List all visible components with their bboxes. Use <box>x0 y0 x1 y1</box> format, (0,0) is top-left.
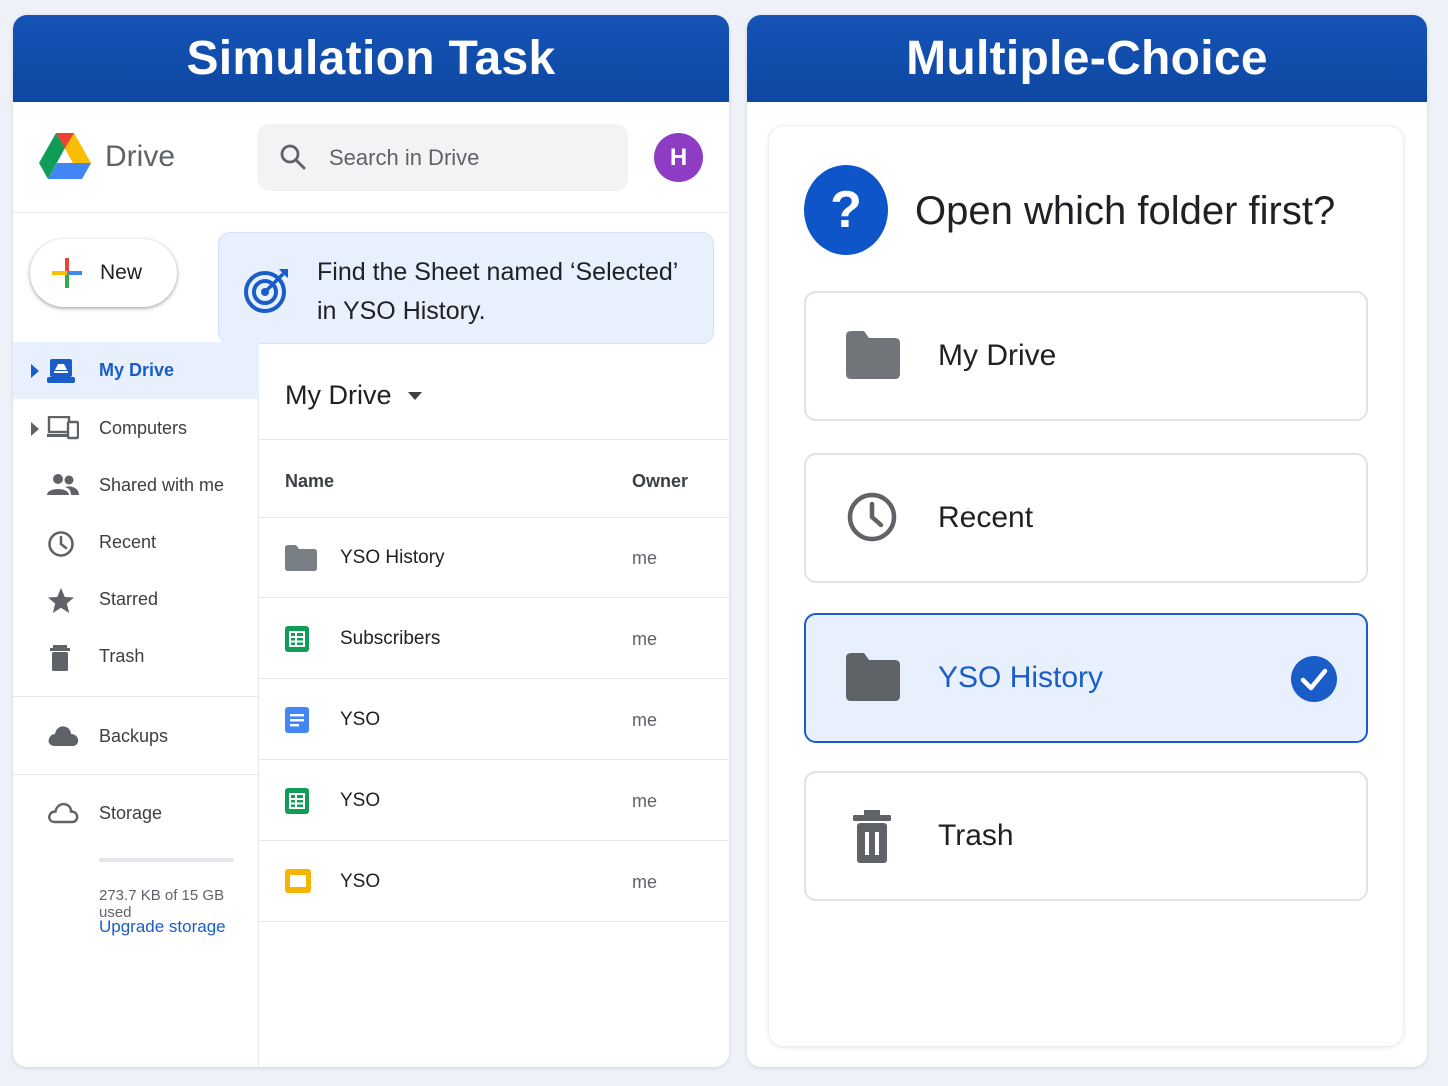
drive-logo-icon <box>39 133 91 179</box>
question-icon: ? <box>804 165 888 255</box>
option-label: Recent <box>938 501 1034 534</box>
new-button[interactable]: New <box>30 239 177 307</box>
option-label: My Drive <box>938 339 1057 372</box>
sidebar-item-label: Backups <box>99 726 169 746</box>
file-row-yso-doc[interactable]: YSO me <box>259 680 729 760</box>
column-header-owner[interactable]: Owner <box>632 471 688 492</box>
question-text: Open which folder first? <box>915 189 1336 233</box>
sheets-icon <box>285 626 309 652</box>
simulation-task-banner: Simulation Task <box>13 15 729 102</box>
people-icon <box>47 474 79 495</box>
sidebar-divider <box>13 696 259 697</box>
expand-caret-icon <box>31 421 39 436</box>
folder-icon <box>846 331 900 379</box>
file-name: YSO <box>340 871 381 892</box>
folder-icon <box>846 653 900 701</box>
clock-icon <box>48 531 74 557</box>
column-header-name[interactable]: Name <box>285 471 334 492</box>
option-label: YSO History <box>938 661 1104 694</box>
search-input[interactable] <box>329 138 609 178</box>
sidebar-item-starred[interactable]: Starred <box>13 571 259 628</box>
file-list-area: My Drive Name Owner YSO History me Subsc… <box>259 342 729 1067</box>
breadcrumb[interactable]: My Drive <box>285 380 422 411</box>
sidebar-item-trash[interactable]: Trash <box>13 628 259 685</box>
sidebar-item-storage[interactable]: Storage <box>13 785 259 842</box>
star-icon <box>48 588 74 613</box>
upgrade-storage-link[interactable]: Upgrade storage <box>99 917 226 937</box>
multiple-choice-banner: Multiple-Choice <box>747 15 1427 102</box>
storage-usage-bar <box>99 858 234 862</box>
slides-icon <box>285 869 311 893</box>
breadcrumb-label: My Drive <box>285 380 392 410</box>
new-button-label: New <box>100 261 143 284</box>
sidebar-item-label: My Drive <box>99 360 175 380</box>
clock-icon <box>847 492 897 542</box>
cloud-outline-icon <box>48 802 79 824</box>
trash-icon <box>853 810 891 863</box>
sidebar-item-label: Storage <box>99 803 163 823</box>
sidebar-item-my-drive[interactable]: My Drive <box>13 342 259 399</box>
sidebar: My Drive Computers Shared with me Recent… <box>13 342 259 1067</box>
sidebar-item-recent[interactable]: Recent <box>13 514 259 571</box>
option-my-drive[interactable]: My Drive <box>804 291 1368 421</box>
search-icon <box>280 144 306 170</box>
expand-caret-icon <box>31 363 39 378</box>
sidebar-item-label: Shared with me <box>99 475 225 495</box>
question-card: ? Open which folder first? My Drive Rece… <box>768 125 1404 1047</box>
file-owner: me <box>632 872 658 892</box>
option-label: Trash <box>938 819 1014 852</box>
drive-header: Drive H <box>13 102 729 213</box>
sidebar-item-label: Trash <box>99 646 145 666</box>
avatar[interactable]: H <box>654 133 703 182</box>
file-name: YSO History <box>340 547 445 568</box>
file-row-subscribers[interactable]: Subscribers me <box>259 599 729 679</box>
sidebar-item-label: Computers <box>99 418 188 438</box>
chevron-down-icon <box>407 391 422 400</box>
checkmark-icon <box>1291 656 1337 702</box>
sidebar-item-computers[interactable]: Computers <box>13 400 259 457</box>
drive-app-name: Drive <box>105 140 176 173</box>
sidebar-item-label: Starred <box>99 589 159 609</box>
storage-usage-text: 273.7 KB of 15 GB used <box>99 887 225 921</box>
sidebar-item-shared-with-me[interactable]: Shared with me <box>13 457 259 514</box>
file-name: YSO <box>340 709 381 730</box>
option-yso-history[interactable]: YSO History <box>804 613 1368 743</box>
option-recent[interactable]: Recent <box>804 453 1368 583</box>
sidebar-divider <box>13 774 259 775</box>
file-owner: me <box>632 791 658 811</box>
simulation-task-panel: Simulation Task Drive H New <box>13 15 729 1067</box>
file-row-yso-slides[interactable]: YSO me <box>259 842 729 922</box>
file-row-yso-history[interactable]: YSO History me <box>259 518 729 598</box>
folder-icon <box>285 545 317 571</box>
trash-icon <box>50 645 70 671</box>
file-owner: me <box>632 629 658 649</box>
file-name: YSO <box>340 790 381 811</box>
task-instruction: Find the Sheet named ‘Selected’ in YSO H… <box>317 258 678 325</box>
header-divider <box>259 439 729 440</box>
sheets-icon <box>285 788 309 814</box>
option-trash[interactable]: Trash <box>804 771 1368 901</box>
file-owner: me <box>632 548 658 568</box>
sidebar-item-label: Recent <box>99 532 157 552</box>
file-owner: me <box>632 710 658 730</box>
computers-icon <box>47 416 79 440</box>
sidebar-item-backups[interactable]: Backups <box>13 708 259 765</box>
task-card: Find the Sheet named ‘Selected’ in YSO H… <box>218 232 714 344</box>
cloud-icon <box>48 726 79 746</box>
docs-icon <box>285 707 309 733</box>
target-icon <box>244 269 288 313</box>
search-bar[interactable] <box>257 124 628 191</box>
file-row-yso-sheet[interactable]: YSO me <box>259 761 729 841</box>
plus-icon <box>52 258 82 288</box>
file-name: Subscribers <box>340 628 441 649</box>
multiple-choice-panel: Multiple-Choice ? Open which folder firs… <box>747 15 1427 1067</box>
my-drive-icon <box>47 359 75 383</box>
